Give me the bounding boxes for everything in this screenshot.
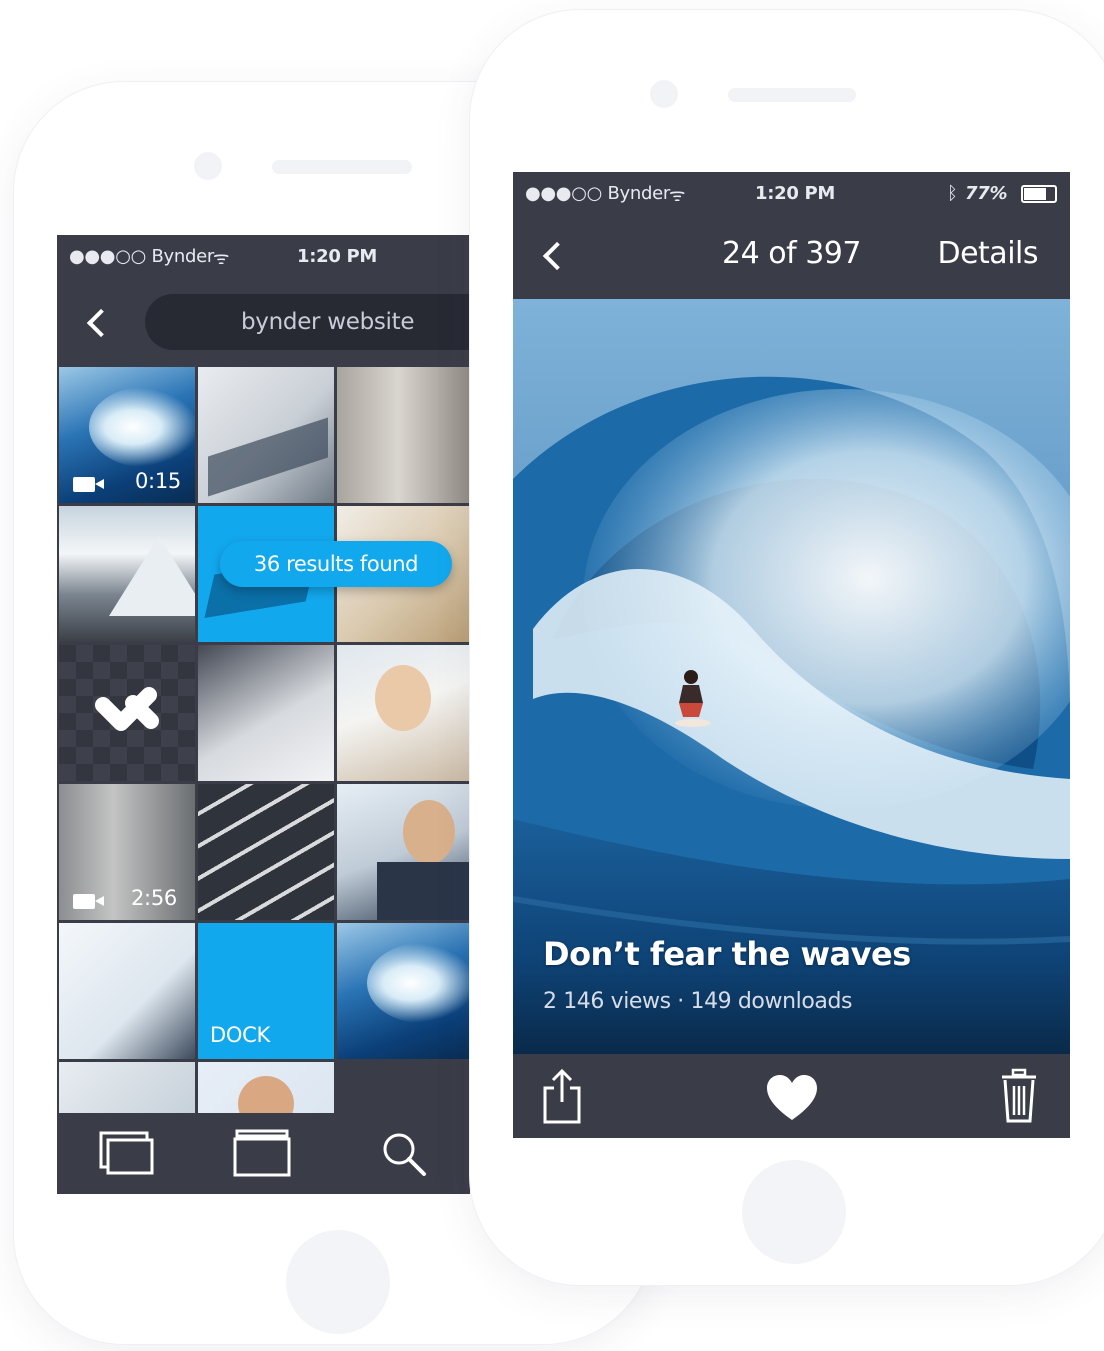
asset-action-bar (513, 1054, 1070, 1138)
asset-tile-stripes[interactable] (198, 784, 334, 920)
asset-tile-video-wave[interactable]: 0:15 (59, 367, 195, 503)
wave-foam (89, 387, 195, 467)
asset-tile-woman[interactable] (337, 645, 470, 781)
results-found-badge: 36 results found (220, 541, 452, 587)
video-camera-icon (73, 894, 104, 909)
asset-tile-man[interactable] (337, 784, 470, 920)
home-button[interactable] (742, 1160, 846, 1264)
portrait-face (238, 1076, 294, 1113)
asset-tile-whiteboard[interactable] (59, 923, 195, 1059)
video-duration: 0:15 (135, 469, 181, 493)
bynder-logo-icon (95, 687, 159, 731)
asset-stats: 2 146 views · 149 downloads (543, 989, 853, 1014)
front-camera (194, 152, 222, 180)
portrait-face (375, 665, 431, 731)
carrier-label: ●●●○○ Bynder (69, 246, 214, 267)
asset-detail-screen: ●●●○○ Bynder ᯤ 1:20 PM ᛒ 77% 24 of 397 D… (513, 172, 1070, 1138)
trash-icon[interactable] (999, 1068, 1039, 1124)
asset-image-wave: Don’t fear the waves 2 146 views · 149 d… (513, 299, 1070, 1054)
back-chevron-icon[interactable] (86, 308, 116, 338)
asset-tile-wave[interactable] (337, 923, 470, 1059)
search-input[interactable]: bynder website (145, 294, 470, 350)
search-nav-bar: bynder website (57, 279, 470, 365)
wifi-icon: ᯤ (669, 185, 686, 206)
battery-icon (1021, 185, 1057, 203)
asset-title: Don’t fear the waves (543, 935, 911, 973)
heart-icon[interactable] (765, 1074, 819, 1122)
asset-tile-keyboard[interactable] (198, 645, 334, 781)
home-button[interactable] (286, 1230, 390, 1334)
asset-tile-portrait[interactable] (198, 1062, 334, 1113)
share-icon[interactable] (541, 1068, 583, 1124)
folder-icon[interactable] (233, 1129, 291, 1177)
detail-nav-bar: 24 of 397 Details (513, 216, 1070, 299)
video-camera-icon (73, 477, 104, 492)
earpiece-speaker (272, 160, 412, 174)
earpiece-speaker (728, 88, 856, 102)
front-camera (650, 80, 678, 108)
search-results-screen: ●●●○○ Bynder ᯤ 1:20 PM bynder website 0:… (57, 235, 470, 1194)
asset-tile-dock[interactable]: DOCK (198, 923, 334, 1059)
asset-tile-office[interactable] (198, 367, 334, 503)
asset-tile-people[interactable] (59, 1062, 195, 1113)
asset-tile-logo[interactable] (59, 645, 195, 781)
clock: 1:20 PM (297, 246, 378, 267)
asset-tile-video-wood[interactable]: 2:56 (59, 784, 195, 920)
asset-grid: 0:15 2:56 DOCK 36 results found (57, 365, 470, 1113)
battery-fill (1024, 188, 1046, 200)
mountain-peak (109, 536, 195, 616)
collections-icon[interactable] (99, 1131, 155, 1175)
battery-percent: 77% (965, 183, 1008, 204)
office-arm (208, 417, 328, 497)
bluetooth-icon: ᛒ (947, 183, 958, 204)
details-button[interactable]: Details (937, 236, 1038, 271)
wifi-icon: ᯤ (213, 248, 230, 269)
carrier-label: ●●●○○ Bynder (525, 183, 670, 204)
tile-label: DOCK (210, 1023, 270, 1047)
status-bar: ●●●○○ Bynder ᯤ 1:20 PM (57, 235, 470, 279)
video-duration: 2:56 (131, 886, 177, 910)
wave-foam (367, 943, 470, 1023)
portrait-face (403, 800, 455, 864)
asset-tile-wood[interactable] (337, 367, 470, 503)
bottom-tab-bar (57, 1113, 470, 1194)
status-bar: ●●●○○ Bynder ᯤ 1:20 PM ᛒ 77% (513, 172, 1070, 216)
portrait-suit (377, 862, 470, 920)
clock: 1:20 PM (755, 183, 836, 204)
search-icon[interactable] (379, 1129, 429, 1179)
asset-tile-mountain[interactable] (59, 506, 195, 642)
